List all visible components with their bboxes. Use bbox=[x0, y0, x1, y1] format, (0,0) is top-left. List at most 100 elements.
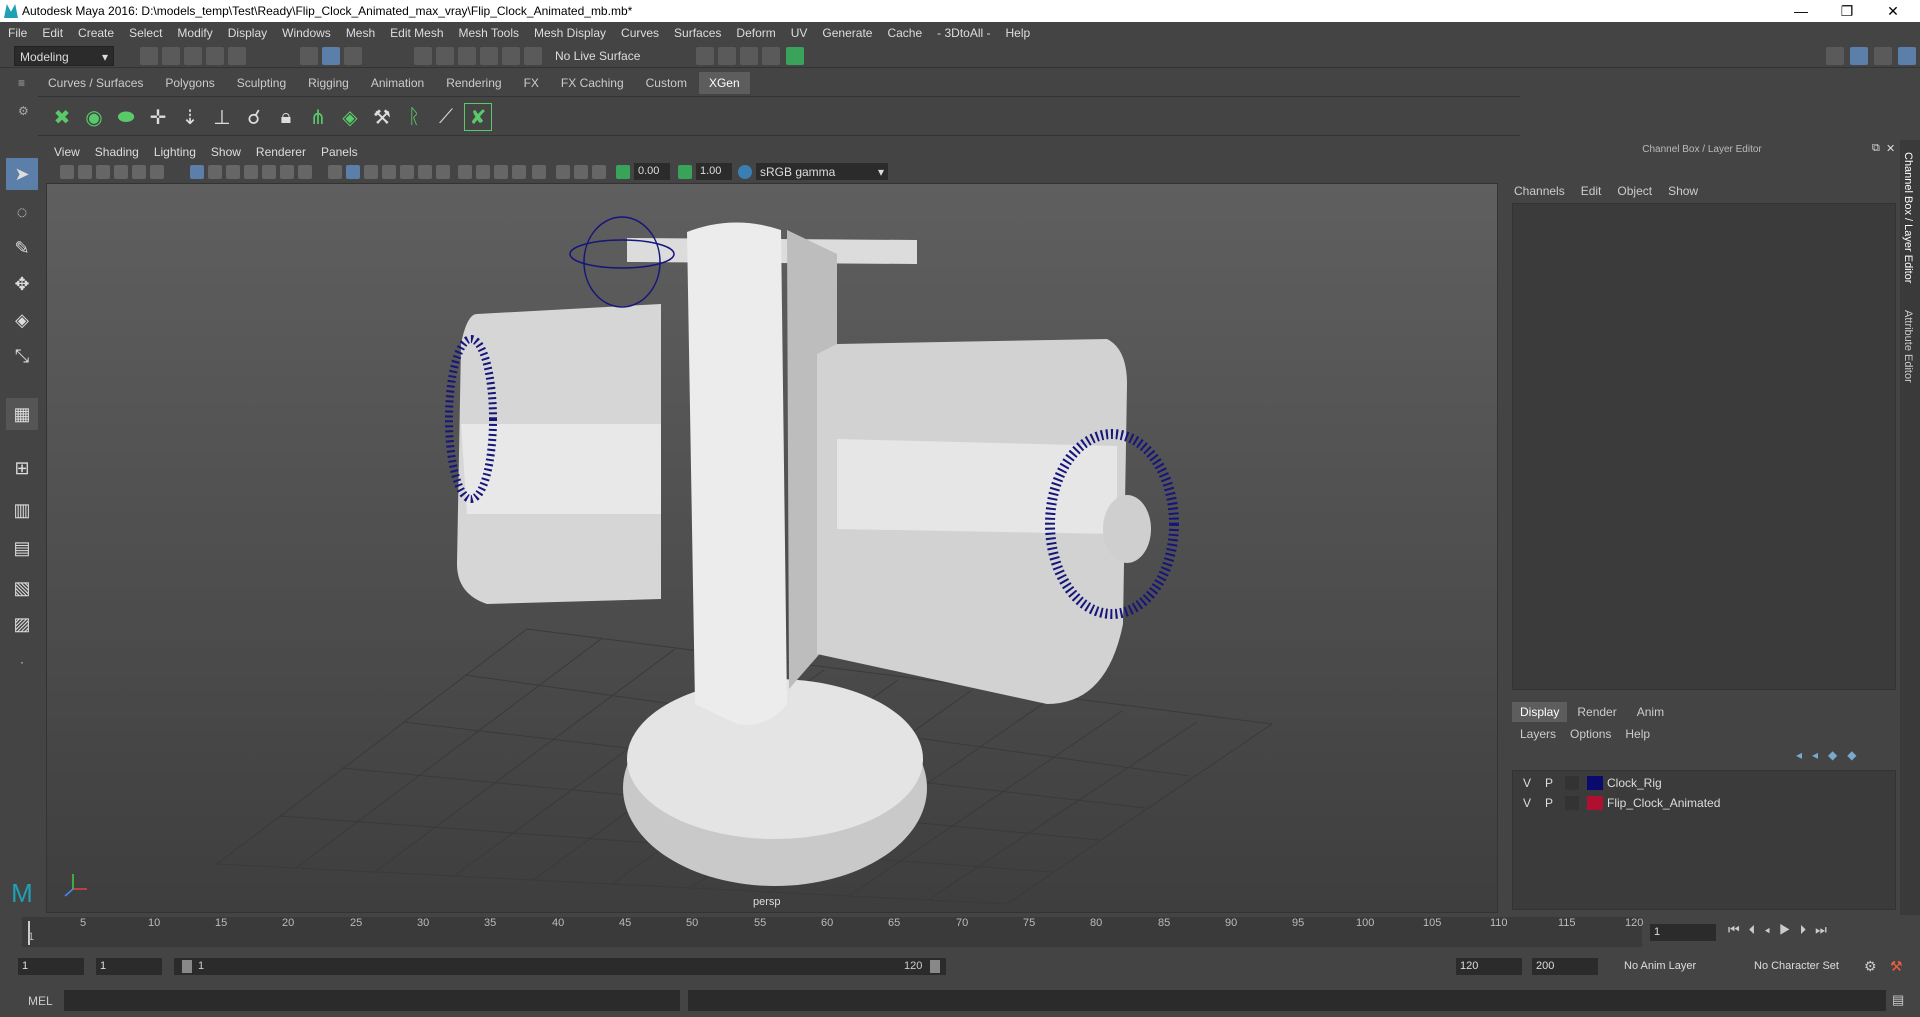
character-set-dropdown[interactable]: No Character Set bbox=[1750, 958, 1874, 975]
mode-selector[interactable]: Modeling ▾ bbox=[14, 46, 114, 66]
redo-icon[interactable] bbox=[228, 47, 246, 65]
menu-help[interactable]: Help bbox=[1006, 26, 1031, 40]
close-button[interactable]: ✕ bbox=[1870, 0, 1916, 22]
layer-name[interactable]: Clock_Rig bbox=[1607, 776, 1662, 790]
menu-mesh-display[interactable]: Mesh Display bbox=[534, 26, 606, 40]
close-panel-icon[interactable]: ✕ bbox=[1886, 142, 1895, 155]
exposure-field[interactable]: 0.00 bbox=[634, 163, 670, 180]
panel-menu-renderer[interactable]: Renderer bbox=[256, 145, 306, 159]
colorspace-dropdown[interactable]: sRGB gamma ▾ bbox=[756, 163, 888, 180]
lasso-tool-icon[interactable]: ◌ bbox=[6, 196, 38, 228]
multisample-aa-icon[interactable] bbox=[494, 165, 508, 179]
auto-key-icon[interactable]: ⚙ bbox=[1864, 958, 1877, 975]
toggle-modeling-toolkit-icon[interactable] bbox=[1826, 47, 1844, 65]
anim-preferences-icon[interactable]: ⚒ bbox=[1890, 958, 1903, 975]
xgen-guide-to-curve-icon[interactable]: ⋔ bbox=[304, 103, 332, 131]
toggle-tool-settings-icon[interactable] bbox=[1874, 47, 1892, 65]
perspective-viewport[interactable]: persp bbox=[46, 183, 1498, 913]
panel-menu-shading[interactable]: Shading bbox=[95, 145, 139, 159]
xray-joints-icon[interactable] bbox=[556, 165, 570, 179]
select-by-object-icon[interactable] bbox=[322, 47, 340, 65]
four-view-layout-icon[interactable]: ⊞ bbox=[6, 452, 38, 484]
layer-color-swatch[interactable] bbox=[1587, 776, 1603, 790]
xgen-delete-icon[interactable]: ✘ bbox=[464, 103, 492, 131]
layer-name[interactable]: Flip_Clock_Animated bbox=[1607, 796, 1720, 810]
panel-menu-show[interactable]: Show bbox=[211, 145, 241, 159]
resolution-gate-icon[interactable] bbox=[226, 165, 240, 179]
outliner-persp-layout-icon[interactable]: ▨ bbox=[6, 608, 38, 640]
menu-3dtoall[interactable]: - 3DtoAll - bbox=[937, 26, 990, 40]
minimize-button[interactable]: — bbox=[1778, 0, 1824, 22]
panel-menu-view[interactable]: View bbox=[54, 145, 80, 159]
smooth-shade-icon[interactable] bbox=[346, 165, 360, 179]
xray-components-icon[interactable] bbox=[574, 165, 588, 179]
script-editor-icon[interactable]: ▤ bbox=[1892, 992, 1904, 1008]
playback-start-field[interactable]: 1 bbox=[96, 958, 162, 975]
move-tool-icon[interactable]: ✥ bbox=[6, 268, 38, 300]
layer-row[interactable]: V P Clock_Rig bbox=[1513, 773, 1897, 793]
float-panel-icon[interactable]: ⧉ bbox=[1872, 142, 1880, 155]
layer-menu-options[interactable]: Options bbox=[1570, 727, 1611, 741]
2d-pan-zoom-icon[interactable] bbox=[132, 165, 146, 179]
depth-of-field-icon[interactable] bbox=[512, 165, 526, 179]
layer-color-swatch[interactable] bbox=[1587, 796, 1603, 810]
xgen-grass-icon[interactable]: ᚱ bbox=[400, 103, 428, 131]
xgen-description-icon[interactable]: ⬬ bbox=[112, 103, 140, 131]
range-end-handle[interactable] bbox=[930, 960, 940, 973]
playback-end-field[interactable]: 120 bbox=[1456, 958, 1522, 975]
select-by-hierarchy-icon[interactable] bbox=[300, 47, 318, 65]
command-input[interactable] bbox=[64, 990, 680, 1011]
range-slider[interactable]: 1 120 bbox=[174, 958, 946, 975]
maximize-button[interactable]: ❐ bbox=[1824, 0, 1870, 22]
snap-curve-icon[interactable] bbox=[436, 47, 454, 65]
menu-edit-mesh[interactable]: Edit Mesh bbox=[390, 26, 443, 40]
range-start-handle[interactable] bbox=[182, 960, 192, 973]
gamma-toggle-icon[interactable] bbox=[678, 165, 692, 179]
grid-toggle-icon[interactable] bbox=[190, 165, 204, 179]
exposure-toggle-icon[interactable] bbox=[616, 165, 630, 179]
menu-generate[interactable]: Generate bbox=[822, 26, 872, 40]
menu-edit[interactable]: Edit bbox=[42, 26, 63, 40]
bookmark-icon[interactable] bbox=[96, 165, 110, 179]
xgen-add-guide-icon[interactable]: ✛ bbox=[144, 103, 172, 131]
playback-controls[interactable]: ⏮⏴◂▶⏵⏭ bbox=[1728, 922, 1836, 938]
tab-polygons[interactable]: Polygons bbox=[155, 72, 225, 94]
menu-deform[interactable]: Deform bbox=[736, 26, 775, 40]
snap-view-plane-icon[interactable] bbox=[480, 47, 498, 65]
exposure-icon[interactable] bbox=[592, 165, 606, 179]
script-language-label[interactable]: MEL bbox=[28, 994, 53, 1008]
layer-visibility-toggle[interactable]: V bbox=[1523, 776, 1531, 790]
gamma-field[interactable]: 1.00 bbox=[696, 163, 732, 180]
layer-playback-toggle[interactable]: P bbox=[1545, 796, 1553, 810]
hypershade-icon[interactable] bbox=[786, 47, 804, 65]
anim-layer-dropdown[interactable]: No Anim Layer bbox=[1620, 958, 1742, 975]
new-scene-icon[interactable] bbox=[140, 47, 158, 65]
tab-sculpting[interactable]: Sculpting bbox=[226, 72, 297, 94]
tab-custom[interactable]: Custom bbox=[635, 72, 697, 94]
select-by-component-icon[interactable] bbox=[344, 47, 362, 65]
xgen-sculpt-icon[interactable]: ⚒ bbox=[368, 103, 396, 131]
xgen-place-guide-icon[interactable]: ⇣ bbox=[176, 103, 204, 131]
tab-xgen[interactable]: XGen bbox=[698, 72, 750, 94]
camera-attributes-icon[interactable] bbox=[78, 165, 92, 179]
xgen-show-guides-icon[interactable]: ☌ bbox=[240, 103, 268, 131]
tab-animation[interactable]: Animation bbox=[360, 72, 435, 94]
tab-anim[interactable]: Anim bbox=[1627, 702, 1674, 722]
open-scene-icon[interactable] bbox=[162, 47, 180, 65]
screen-space-ao-icon[interactable] bbox=[458, 165, 472, 179]
wireframe-icon[interactable] bbox=[328, 165, 342, 179]
film-gate-icon[interactable] bbox=[208, 165, 222, 179]
menu-select[interactable]: Select bbox=[129, 26, 162, 40]
menu-modify[interactable]: Modify bbox=[177, 26, 212, 40]
undo-icon[interactable] bbox=[206, 47, 224, 65]
layer-move-buttons[interactable]: ◂◂◆◆ bbox=[1796, 748, 1867, 762]
xgen-layers-icon[interactable]: ◈ bbox=[336, 103, 364, 131]
menu-create[interactable]: Create bbox=[78, 26, 114, 40]
live-surface-field[interactable]: No Live Surface bbox=[550, 46, 650, 66]
single-perspective-layout-icon[interactable]: ▦ bbox=[6, 398, 38, 430]
save-scene-icon[interactable] bbox=[184, 47, 202, 65]
tab-rigging[interactable]: Rigging bbox=[298, 72, 359, 94]
layer-visibility-toggle[interactable]: V bbox=[1523, 796, 1531, 810]
render-settings-icon[interactable] bbox=[696, 47, 714, 65]
persp-hypershade-layout-icon[interactable]: ▧ bbox=[6, 572, 38, 604]
